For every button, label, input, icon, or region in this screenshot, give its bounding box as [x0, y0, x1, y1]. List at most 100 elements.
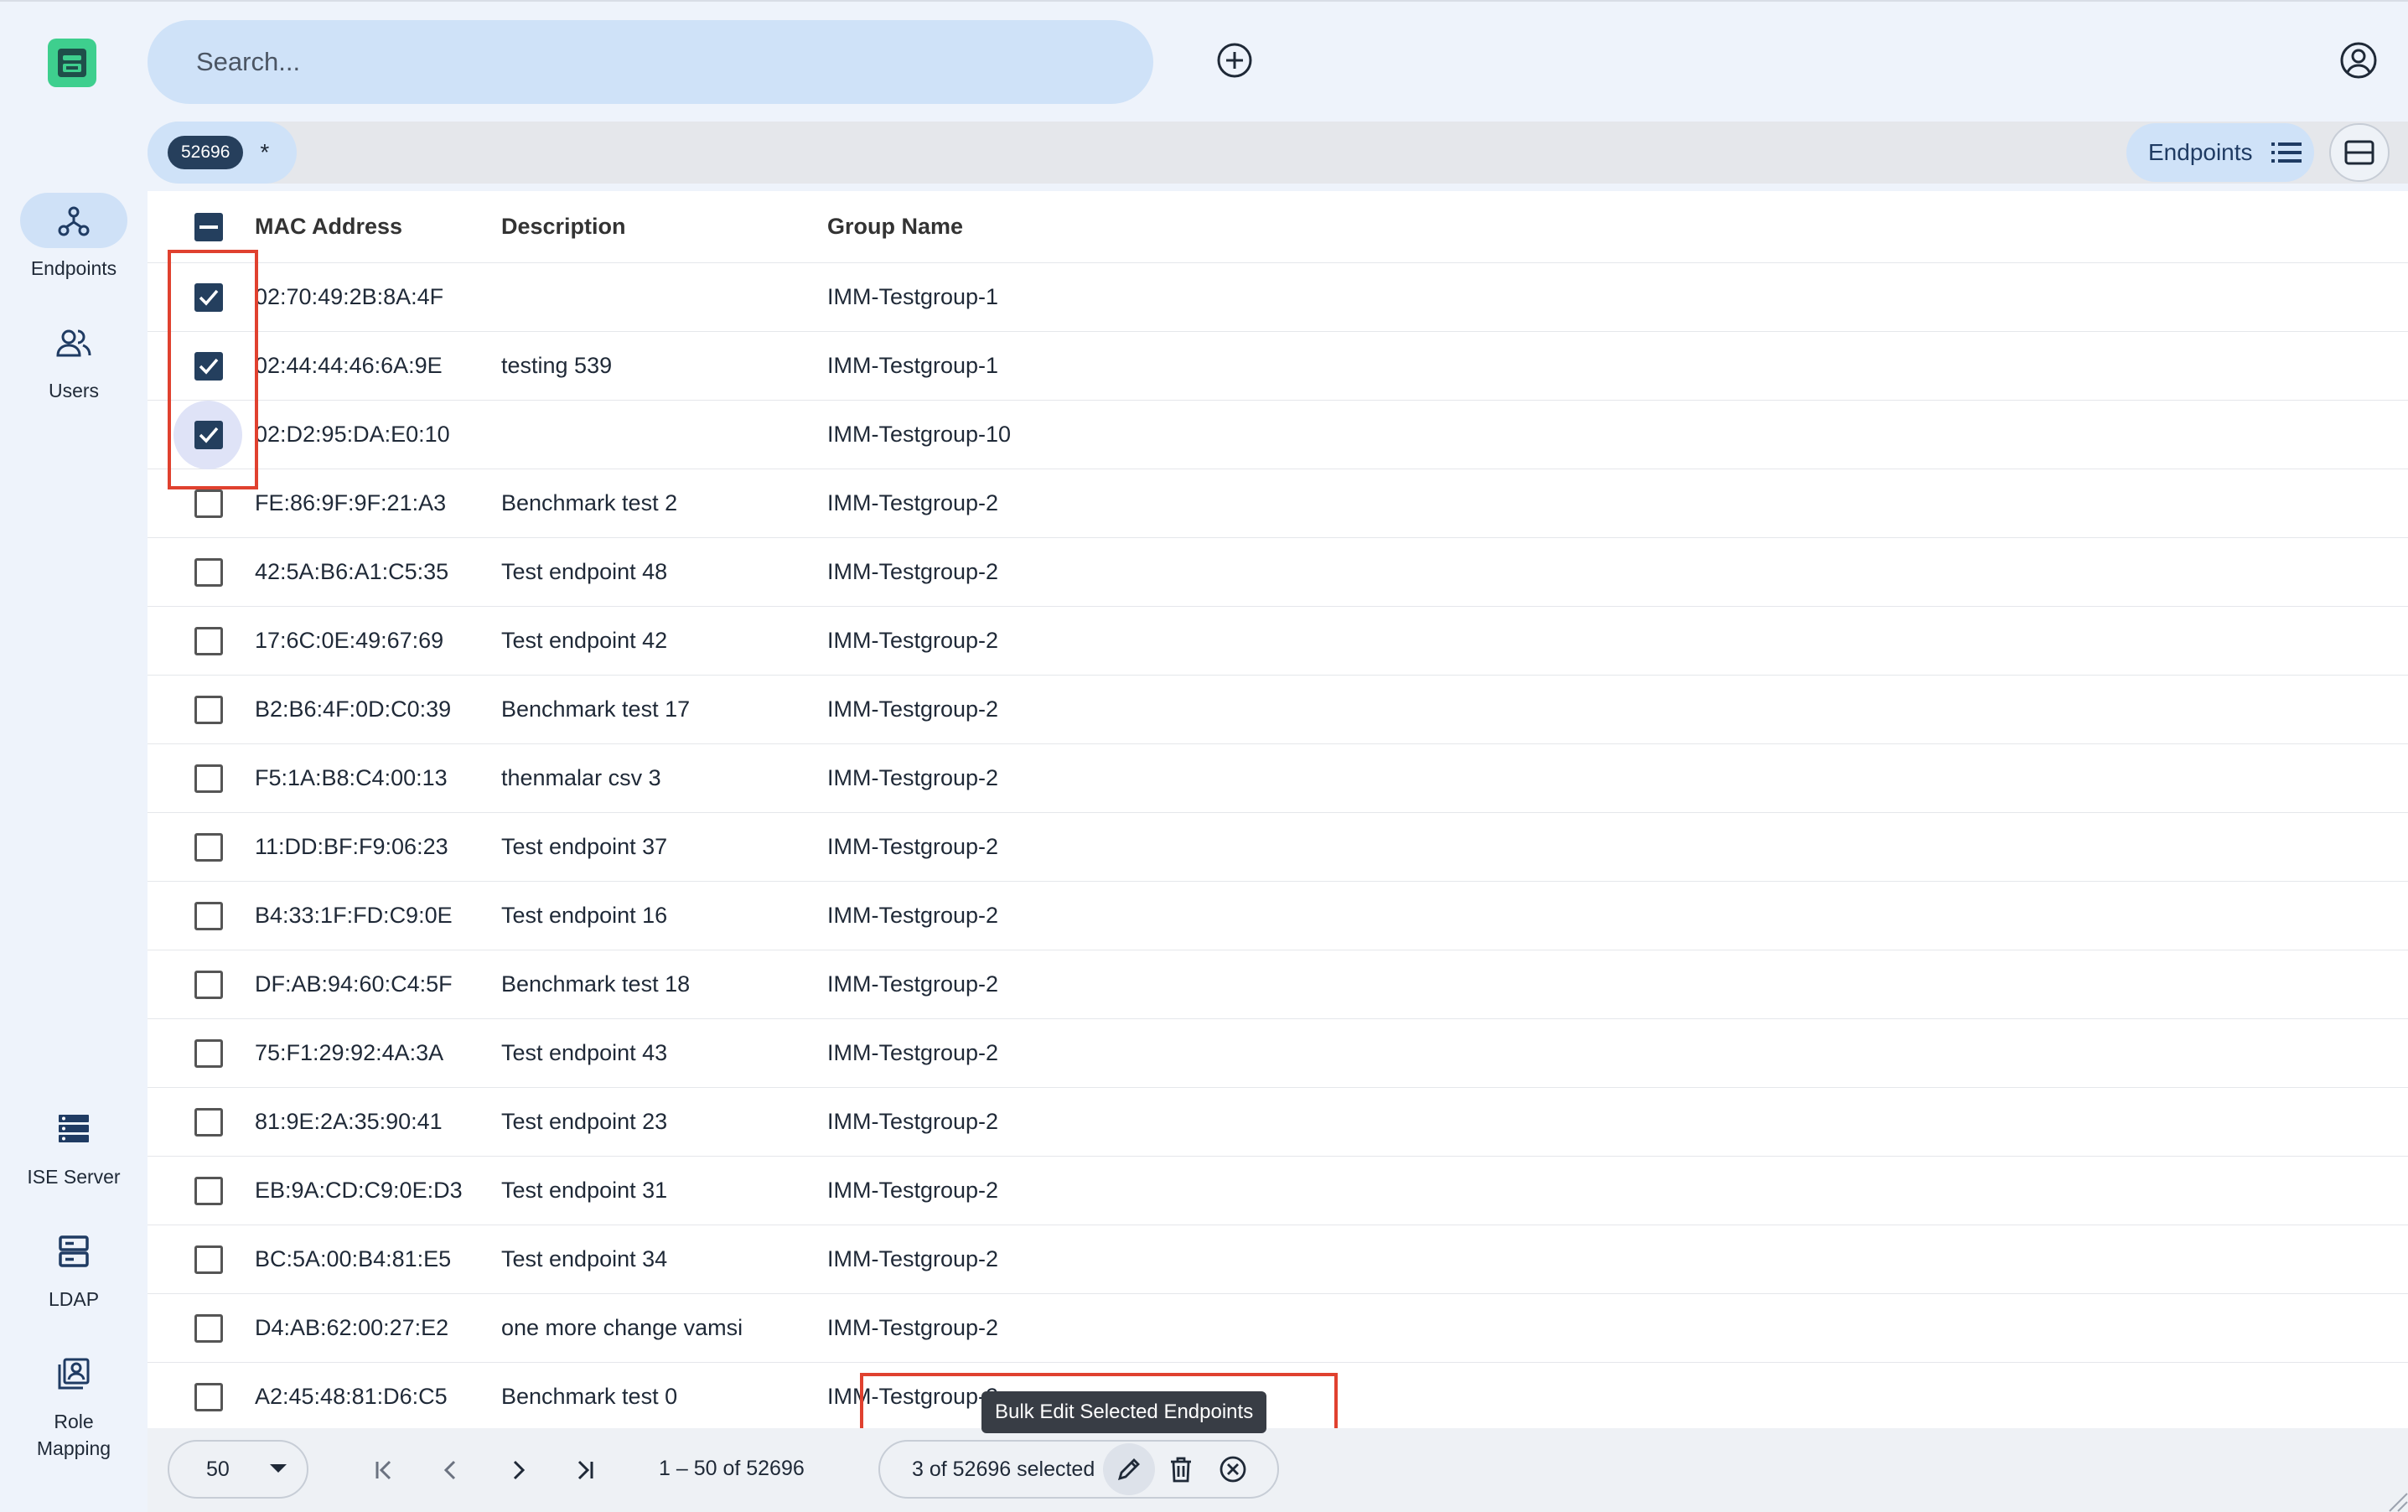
- table-row[interactable]: B4:33:1F:FD:C9:0E Test endpoint 16 IMM-Tes…: [148, 882, 2408, 950]
- group-name-cell: IMM-Testgroup-2: [827, 1178, 999, 1203]
- last-page-icon: [577, 1460, 593, 1480]
- bulk-edit-button[interactable]: [1103, 1443, 1155, 1495]
- group-name-cell: IMM-Testgroup-2: [827, 903, 999, 928]
- add-button[interactable]: [1213, 39, 1256, 82]
- endpoints-table: MAC Address Description Group Name 02:70…: [148, 191, 2408, 1432]
- row-checkbox[interactable]: [194, 902, 223, 930]
- row-checkbox[interactable]: [194, 971, 223, 999]
- group-name-cell: IMM-Testgroup-2: [827, 696, 999, 722]
- group-name-cell: IMM-Testgroup-2: [827, 765, 999, 790]
- role-mapping-icon: [20, 1346, 127, 1401]
- search-input[interactable]: [196, 47, 1034, 77]
- select-all-checkbox[interactable]: [194, 213, 223, 241]
- mac-address-cell: B4:33:1F:FD:C9:0E: [255, 903, 453, 928]
- row-checkbox[interactable]: [194, 1177, 223, 1205]
- mac-address-cell: 02:D2:95:DA:E0:10: [255, 422, 450, 447]
- table-row[interactable]: DF:AB:94:60:C4:5F Benchmark test 18 IMM-Te…: [148, 950, 2408, 1019]
- mac-address-cell: F5:1A:B8:C4:00:13: [255, 765, 448, 790]
- sidebar-item-label: LDAP: [48, 1288, 100, 1310]
- table-row[interactable]: 42:5A:B6:A1:C5:35 Test endpoint 48 IMM-Tes…: [148, 538, 2408, 607]
- mac-address-cell: 11:DD:BF:F9:06:23: [255, 834, 448, 859]
- description-cell: thenmalar csv 3: [501, 765, 661, 790]
- mac-address-cell: EB:9A:CD:C9:0E:D3: [255, 1178, 463, 1203]
- description-cell: Benchmark test 0: [501, 1384, 678, 1409]
- row-checkbox[interactable]: [194, 1108, 223, 1137]
- row-checkbox[interactable]: [194, 1314, 223, 1343]
- table-row[interactable]: A2:45:48:81:D6:C5 Benchmark test 0 IMM-Tes…: [148, 1363, 2408, 1432]
- row-checkbox[interactable]: [194, 283, 223, 312]
- row-checkbox[interactable]: [194, 1039, 223, 1068]
- row-checkbox[interactable]: [194, 696, 223, 724]
- sidebar-item-label: ISE Server: [27, 1166, 121, 1188]
- result-count-chip[interactable]: 52696: [168, 136, 244, 169]
- resize-handle-icon[interactable]: [2386, 1490, 2408, 1512]
- layout-toggle-button[interactable]: [2329, 123, 2390, 182]
- table-row[interactable]: BC:5A:00:B4:81:E5 Test endpoint 34 IMM-Tes…: [148, 1225, 2408, 1294]
- table-row[interactable]: F5:1A:B8:C4:00:13 thenmalar csv 3 IMM-Test…: [148, 744, 2408, 813]
- description-cell: Test endpoint 34: [501, 1246, 668, 1271]
- ise-server-icon: [20, 1101, 127, 1157]
- mac-address-cell: 42:5A:B6:A1:C5:35: [255, 559, 449, 584]
- table-row[interactable]: 81:9E:2A:35:90:41 Test endpoint 23 IMM-Tes…: [148, 1088, 2408, 1157]
- row-checkbox[interactable]: [194, 833, 223, 862]
- selection-count-label: 3 of 52696 selected: [912, 1457, 1095, 1481]
- mac-address-cell: DF:AB:94:60:C4:5F: [255, 971, 453, 997]
- group-name-cell: IMM-Testgroup-1: [827, 284, 999, 309]
- sidebar-item-users[interactable]: Users: [0, 315, 148, 404]
- description-cell: testing 539: [501, 353, 613, 378]
- row-checkbox[interactable]: [194, 764, 223, 793]
- table-row[interactable]: 17:6C:0E:49:67:69 Test endpoint 42 IMM-Tes…: [148, 607, 2408, 676]
- row-checkbox[interactable]: [194, 352, 223, 381]
- account-button[interactable]: [2337, 39, 2380, 82]
- row-checkbox[interactable]: [194, 1383, 223, 1411]
- table-row[interactable]: 02:D2:95:DA:E0:10 IMM-Testgroup-10: [148, 401, 2408, 469]
- row-checkbox[interactable]: [194, 489, 223, 518]
- column-header-group[interactable]: Group Name: [827, 214, 963, 240]
- group-name-cell: IMM-Testgroup-2: [827, 1315, 999, 1340]
- view-selector-button[interactable]: Endpoints: [2126, 123, 2314, 182]
- table-row[interactable]: 11:DD:BF:F9:06:23 Test endpoint 37 IMM-Tes…: [148, 813, 2408, 882]
- last-page-button[interactable]: [565, 1450, 605, 1490]
- paginator: 50 1 – 50 of 52696 3 of 52696 selected: [148, 1428, 2408, 1512]
- table-row[interactable]: EB:9A:CD:C9:0E:D3 Test endpoint 31 IMM-Tes…: [148, 1157, 2408, 1225]
- row-checkbox[interactable]: [194, 421, 223, 449]
- row-checkbox[interactable]: [194, 627, 223, 655]
- table-row[interactable]: 75:F1:29:92:4A:3A Test endpoint 43 IMM-Tes…: [148, 1019, 2408, 1088]
- group-name-cell: IMM-Testgroup-2: [827, 1040, 999, 1065]
- clear-selection-button[interactable]: [1207, 1443, 1259, 1495]
- sidebar-item-role-mapping[interactable]: Role Mapping: [0, 1346, 148, 1462]
- sidebar-item-ldap[interactable]: LDAP: [0, 1224, 148, 1313]
- sidebar-item-endpoints[interactable]: Endpoints: [0, 193, 148, 282]
- description-cell: Test endpoint 31: [501, 1178, 668, 1203]
- next-page-button[interactable]: [498, 1450, 538, 1490]
- table-row[interactable]: D4:AB:62:00:27:E2 one more change vamsi IM…: [148, 1294, 2408, 1363]
- page-range-label: 1 – 50 of 52696: [659, 1457, 805, 1480]
- search-bar: [148, 20, 1153, 104]
- row-checkbox[interactable]: [194, 558, 223, 587]
- sidebar: Endpoints Users ISE Server LDAP Role Map…: [0, 0, 148, 1512]
- table-row[interactable]: 02:44:44:46:6A:9E testing 539 IMM-Testgrou…: [148, 332, 2408, 401]
- filter-chip-group[interactable]: 52696 *: [148, 122, 297, 184]
- table-row[interactable]: 02:70:49:2B:8A:4F IMM-Testgroup-1: [148, 263, 2408, 332]
- first-page-icon: [375, 1460, 391, 1480]
- previous-page-button[interactable]: [431, 1450, 471, 1490]
- table-row[interactable]: B2:B6:4F:0D:C0:39 Benchmark test 17 IMM-Te…: [148, 676, 2408, 744]
- trash-icon: [1171, 1457, 1191, 1483]
- page-size-select[interactable]: 50: [168, 1440, 308, 1499]
- group-name-cell: IMM-Testgroup-2: [827, 559, 999, 584]
- close-circle-icon: [1220, 1456, 1246, 1483]
- description-cell: one more change vamsi: [501, 1315, 743, 1340]
- column-header-description[interactable]: Description: [501, 214, 626, 240]
- row-checkbox[interactable]: [194, 1245, 223, 1274]
- app-logo[interactable]: [48, 39, 96, 87]
- column-header-mac[interactable]: MAC Address: [255, 214, 402, 240]
- sidebar-item-ise-server[interactable]: ISE Server: [0, 1101, 148, 1190]
- sidebar-item-label: Endpoints: [30, 257, 117, 279]
- group-name-cell: IMM-Testgroup-2: [827, 971, 999, 997]
- window-top-border: [0, 0, 2408, 2]
- checkmark-icon: [199, 289, 219, 306]
- wildcard-filter[interactable]: *: [260, 139, 269, 166]
- first-page-button[interactable]: [364, 1450, 404, 1490]
- table-row[interactable]: FE:86:9F:9F:21:A3 Benchmark test 2 IMM-Tes…: [148, 469, 2408, 538]
- bulk-delete-button[interactable]: [1155, 1443, 1207, 1495]
